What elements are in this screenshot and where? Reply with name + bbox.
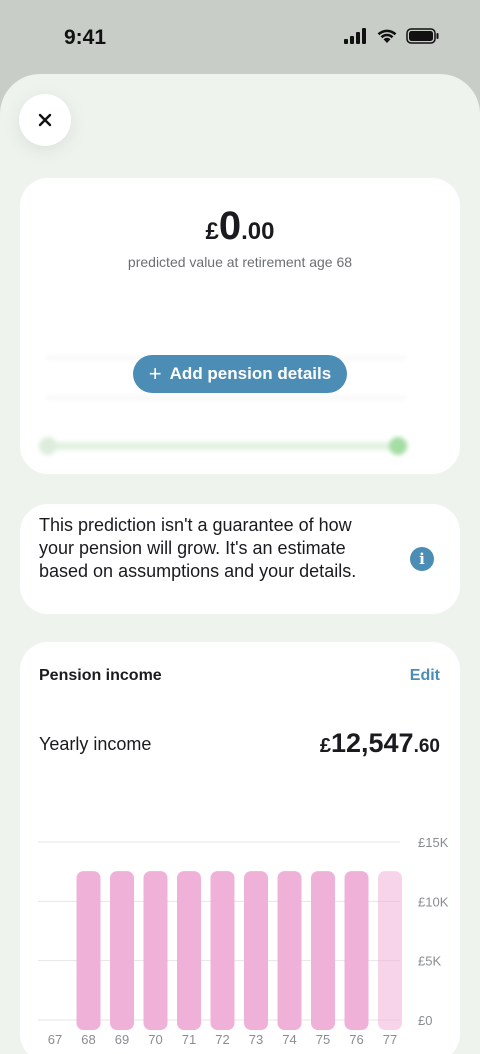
x-tick-label: 73 <box>249 1032 263 1047</box>
yearly-income-value: £12,547.60 <box>320 728 440 759</box>
x-tick-label: 77 <box>383 1032 397 1047</box>
chart-bar[interactable] <box>210 871 235 1030</box>
y-tick-label: £0 <box>418 1013 432 1028</box>
yearly-income-currency: £ <box>319 735 331 757</box>
chart-bar[interactable] <box>277 871 302 1030</box>
chart-bar[interactable] <box>110 871 134 1030</box>
pension-income-chart: £15K £10K £5K £0 67 68 69 70 71 72 73 74 75 76 77 <box>38 835 449 1047</box>
chart-bar[interactable] <box>76 871 101 1030</box>
disclaimer-card: This prediction isn't a guarantee of how… <box>20 504 460 614</box>
yearly-income-label: Yearly income <box>39 734 152 754</box>
yearly-income-whole: 12,547 <box>330 728 414 758</box>
predicted-value-currency: £ <box>205 218 219 245</box>
pension-income-card: Pension income Edit Yearly income £12,54… <box>20 642 460 1054</box>
chart-bar[interactable] <box>143 871 168 1030</box>
predicted-value: £0.00 <box>20 204 460 249</box>
chart-bar[interactable] <box>311 871 335 1030</box>
status-bar: 9:41 <box>0 0 480 76</box>
x-tick-label: 74 <box>282 1032 296 1047</box>
battery-icon <box>406 28 439 44</box>
status-time: 9:41 <box>64 26 107 49</box>
bottom-sheet: £0.00 predicted value at retirement age … <box>0 74 480 1054</box>
blurred-chart-placeholder <box>39 357 408 455</box>
close-button[interactable] <box>19 94 71 146</box>
pension-income-title: Pension income <box>39 667 162 684</box>
x-tick-label: 72 <box>215 1032 229 1047</box>
close-icon <box>38 113 52 127</box>
predicted-value-whole: 0 <box>218 204 242 248</box>
x-tick-label: 68 <box>81 1032 95 1047</box>
status-icons <box>344 28 440 44</box>
wifi-icon <box>377 29 397 43</box>
chart-bar[interactable] <box>378 871 402 1030</box>
predicted-value-decimal: .00 <box>241 218 275 245</box>
y-tick-label: £10K <box>418 894 449 909</box>
x-tick-label: 76 <box>349 1032 363 1047</box>
plus-icon: + <box>148 361 162 386</box>
chart-bar[interactable] <box>344 871 369 1030</box>
y-tick-label: £15K <box>418 835 449 850</box>
predicted-value-caption: predicted value at retirement age 68 <box>127 254 353 270</box>
x-tick-label: 67 <box>48 1032 62 1047</box>
add-pension-details-button[interactable]: + Add pension details <box>133 355 347 393</box>
info-icon[interactable]: i <box>410 547 434 571</box>
x-tick-label: 71 <box>182 1032 196 1047</box>
chart-bar[interactable] <box>177 871 201 1030</box>
add-pension-details-label: Add pension details <box>169 364 332 383</box>
y-tick-label: £5K <box>418 954 441 969</box>
prediction-card: £0.00 predicted value at retirement age … <box>20 178 460 474</box>
x-tick-label: 69 <box>115 1032 129 1047</box>
edit-button[interactable]: Edit <box>410 667 440 685</box>
x-tick-label: 70 <box>148 1032 162 1047</box>
yearly-income-decimal: .60 <box>413 736 440 757</box>
disclaimer-text: This prediction isn't a guarantee of how… <box>39 515 357 581</box>
x-tick-label: 75 <box>316 1032 330 1047</box>
chart-bar[interactable] <box>244 871 268 1030</box>
cellular-signal-icon <box>344 28 366 44</box>
